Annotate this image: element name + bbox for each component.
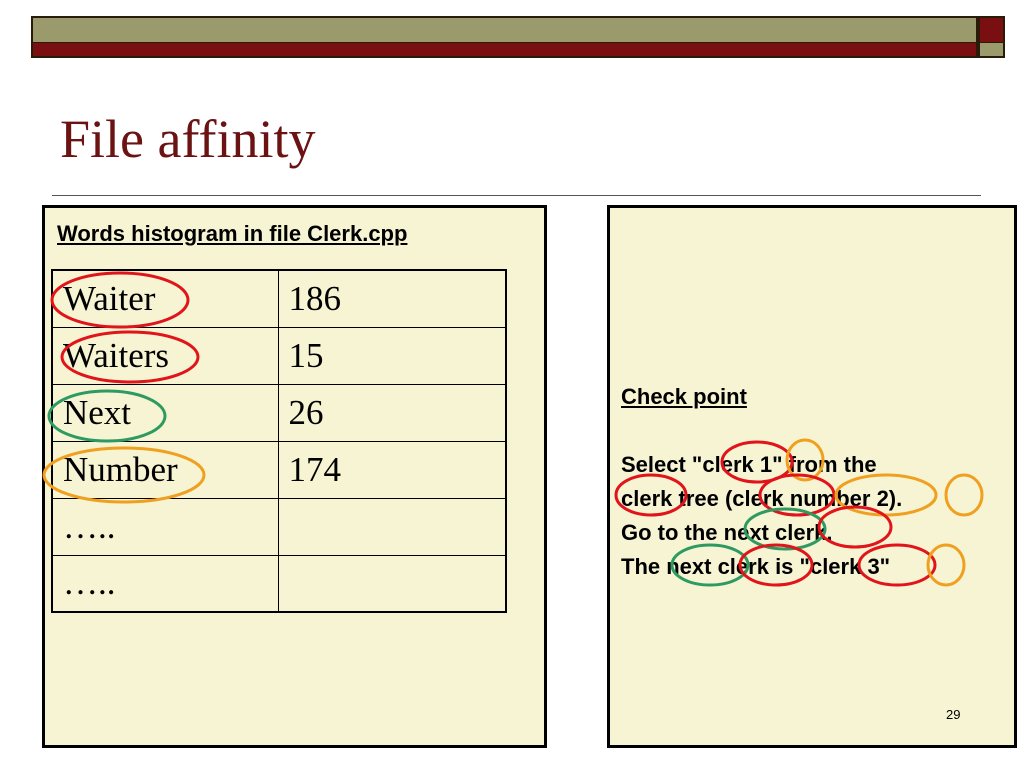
check-point-text: Check point Select "clerk 1" from the cl… — [621, 380, 1001, 584]
histogram-heading: Words histogram in file Clerk.cpp — [57, 221, 408, 246]
title-divider — [52, 195, 981, 196]
table-row: ….. — [51, 497, 507, 556]
count-cell: 186 — [277, 269, 507, 328]
word-cell: Next — [51, 383, 279, 442]
check-point-heading: Check point — [621, 384, 747, 409]
check-point-line: Go to the next clerk. — [621, 520, 833, 545]
corner-square-red — [978, 16, 1005, 44]
word-cell: ….. — [51, 497, 279, 556]
top-bar-olive — [31, 16, 978, 44]
word-cell: ….. — [51, 554, 279, 613]
check-point-line: Select "clerk 1" from the — [621, 452, 877, 477]
table-row: Next 26 — [51, 383, 507, 442]
slide-title: File affinity — [60, 109, 316, 169]
table-row: Waiter 186 — [51, 269, 507, 328]
histogram-panel: Words histogram in file Clerk.cpp Waiter… — [42, 205, 547, 748]
count-cell — [277, 554, 507, 613]
corner-square-olive — [978, 43, 1005, 58]
count-cell — [277, 497, 507, 556]
check-point-line: clerk tree (clerk number 2). — [621, 486, 903, 511]
table-row: Waiters 15 — [51, 326, 507, 385]
word-cell: Number — [51, 440, 279, 499]
count-cell: 15 — [277, 326, 507, 385]
word-cell: Waiter — [51, 269, 279, 328]
count-cell: 174 — [277, 440, 507, 499]
check-point-panel: Check point Select "clerk 1" from the cl… — [607, 205, 1017, 748]
count-cell: 26 — [277, 383, 507, 442]
page-number: 29 — [946, 707, 961, 722]
histogram-table: Waiter 186 Waiters 15 Next 26 Number 174… — [51, 269, 507, 613]
table-row: Number 174 — [51, 440, 507, 499]
word-cell: Waiters — [51, 326, 279, 385]
check-point-line: The next clerk is "clerk 3" — [621, 554, 891, 579]
table-row: ….. — [51, 554, 507, 613]
top-bar-red — [31, 43, 978, 58]
